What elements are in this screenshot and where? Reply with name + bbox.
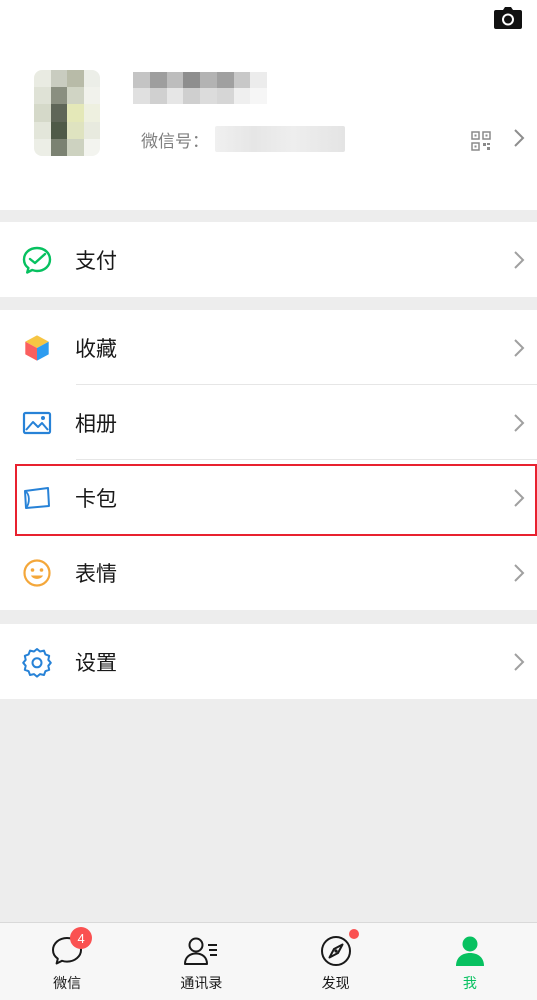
menu-item-pay[interactable]: 支付 (0, 222, 537, 297)
chevron-right-icon (514, 250, 525, 269)
menu-item-label: 设置 (75, 650, 117, 675)
menu-group-main: 收藏 相册 卡包 表情 (0, 310, 537, 610)
settings-gear-icon (22, 647, 52, 678)
discover-compass-icon (320, 936, 351, 966)
tab-contacts[interactable]: 通讯录 (134, 923, 268, 1000)
chevron-right-icon (514, 338, 525, 357)
camera-icon (494, 7, 522, 29)
tab-label: 我 (462, 976, 477, 992)
tab-label: 发现 (321, 976, 350, 992)
menu-item-label: 收藏 (75, 336, 117, 361)
avatar[interactable] (34, 70, 100, 156)
camera-button[interactable] (493, 6, 523, 30)
menu-item-label: 卡包 (75, 486, 117, 511)
pay-icon (22, 246, 52, 274)
menu-item-label: 支付 (75, 248, 117, 273)
menu-item-settings[interactable]: 设置 (0, 624, 537, 699)
chevron-right-icon (514, 488, 525, 507)
menu-item-emoji[interactable]: 表情 (0, 535, 537, 610)
chevron-right-icon (514, 413, 525, 432)
menu-group-pay: 支付 (0, 222, 537, 297)
nickname-blurred (133, 72, 267, 104)
unread-badge: 4 (70, 927, 93, 949)
new-indicator-dot (348, 929, 359, 939)
tab-label: 微信 (53, 976, 82, 992)
chevron-right-icon (514, 652, 525, 671)
card-wallet-icon (24, 486, 50, 509)
menu-group-settings: 设置 (0, 624, 537, 699)
menu-item-card-wallet[interactable]: 卡包 (0, 460, 537, 535)
tab-label: 通讯录 (180, 976, 223, 992)
menu-item-label: 表情 (75, 561, 117, 586)
qrcode-icon[interactable] (471, 131, 491, 151)
menu-item-favorites[interactable]: 收藏 (0, 310, 537, 385)
wechat-id-row: 微信号： (141, 124, 521, 154)
tab-discover[interactable]: 发现 (269, 923, 403, 1000)
tab-chats[interactable]: 4 微信 (0, 923, 134, 1000)
bottom-tab-bar: 4 微信 通讯录 发现 我 (0, 922, 537, 1000)
favorites-cube-icon (24, 334, 50, 361)
tab-me[interactable]: 我 (403, 923, 537, 1000)
wechat-id-blurred (215, 126, 345, 152)
chevron-right-icon (514, 129, 525, 147)
menu-item-album[interactable]: 相册 (0, 385, 537, 460)
chevron-right-icon (514, 563, 525, 582)
emoji-icon (23, 558, 51, 587)
contacts-icon (184, 937, 218, 965)
wechat-id-label: 微信号： (141, 131, 209, 152)
profile-header[interactable]: 微信号： (0, 0, 537, 210)
album-icon (22, 411, 52, 434)
me-person-icon (455, 936, 484, 966)
menu-item-label: 相册 (75, 411, 117, 436)
